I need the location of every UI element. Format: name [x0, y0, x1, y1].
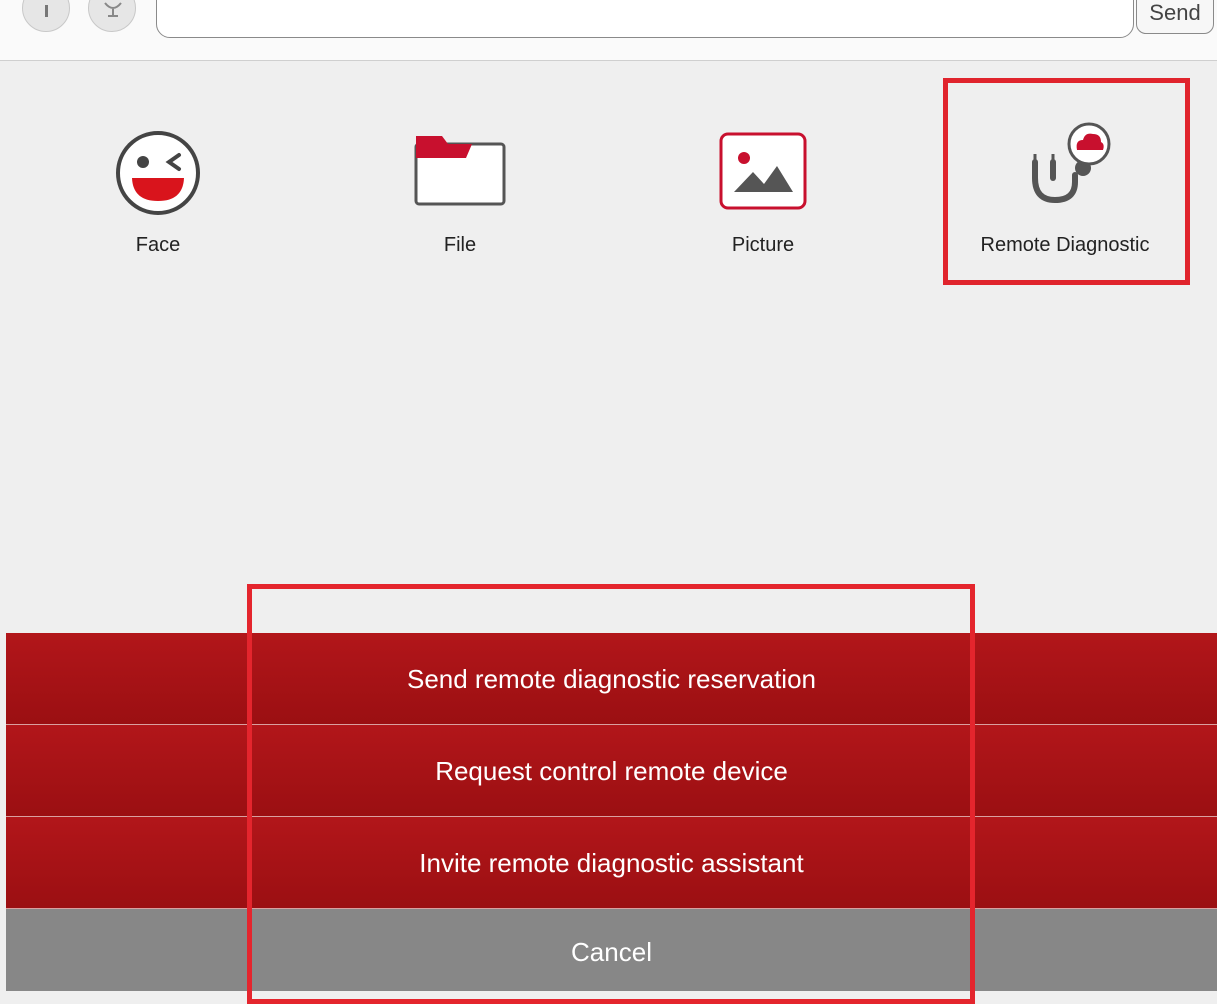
send-button-label: Send: [1149, 0, 1201, 25]
composer-bar: Send: [0, 0, 1217, 61]
face-icon: [116, 131, 200, 215]
info-button[interactable]: [22, 0, 70, 32]
app-face-label: Face: [135, 234, 181, 256]
app-file-label: File: [443, 234, 477, 256]
app-picture[interactable]: Picture: [643, 110, 883, 280]
invite-assistant-option[interactable]: Invite remote diagnostic assistant: [6, 817, 1217, 909]
message-input[interactable]: [156, 0, 1134, 38]
voice-button[interactable]: [88, 0, 136, 32]
send-button[interactable]: Send: [1136, 0, 1214, 34]
info-icon: [45, 5, 48, 17]
action-sheet: Send remote diagnostic reservation Reque…: [6, 633, 1217, 991]
picture-icon: [719, 132, 807, 210]
cancel-button[interactable]: Cancel: [6, 909, 1217, 991]
app-file[interactable]: File: [340, 110, 580, 280]
remote-diagnostic-highlight: [943, 78, 1190, 285]
app-face[interactable]: Face: [38, 110, 278, 280]
folder-icon: [414, 136, 506, 206]
send-reservation-option[interactable]: Send remote diagnostic reservation: [6, 633, 1217, 725]
app-picture-label: Picture: [731, 234, 795, 256]
request-control-option[interactable]: Request control remote device: [6, 725, 1217, 817]
microphone-icon: [104, 2, 122, 17]
